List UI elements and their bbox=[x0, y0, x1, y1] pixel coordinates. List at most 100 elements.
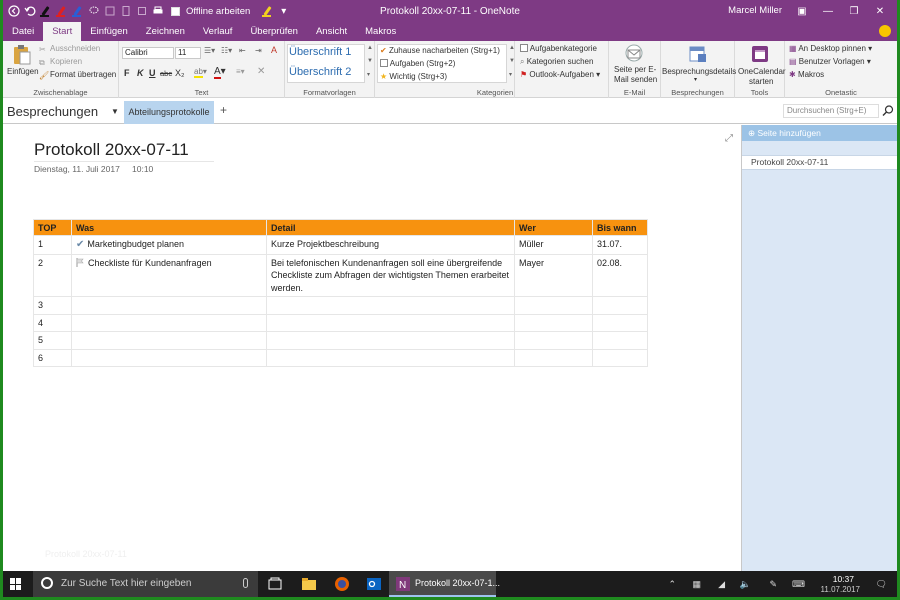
column-header-detail[interactable]: Detail bbox=[266, 219, 515, 236]
styles-up-icon[interactable]: ▲ bbox=[367, 45, 373, 51]
bold-button[interactable]: F bbox=[124, 68, 130, 78]
cell-detail[interactable]: Kurze Projektbeschreibung bbox=[266, 235, 515, 255]
page-list-item[interactable]: Protokoll 20xx-07-11 bbox=[742, 155, 897, 170]
keyboard-icon[interactable]: ⌨ bbox=[792, 579, 805, 590]
clear-formatting-icon[interactable]: A bbox=[271, 45, 277, 55]
outlook-tasks-button[interactable]: ⚑ Outlook-Aufgaben ▾ bbox=[520, 70, 600, 79]
tab-einfuegen[interactable]: Einfügen bbox=[81, 22, 137, 41]
cell-wer[interactable]: Mayer bbox=[514, 253, 593, 297]
tab-start[interactable]: Start bbox=[43, 22, 82, 41]
cell-was[interactable] bbox=[71, 296, 267, 315]
taskbar-onenote-button[interactable]: N Protokoll 20xx-07-1... bbox=[389, 571, 500, 597]
cell-bis-wann[interactable]: 31.07. bbox=[592, 235, 648, 255]
email-page-label2[interactable]: Mail senden bbox=[614, 75, 657, 84]
outdent-icon[interactable]: ⇤ bbox=[239, 46, 246, 55]
clock-time[interactable]: 10:37 bbox=[833, 574, 854, 584]
onecalendar-label1[interactable]: OneCalendar bbox=[738, 67, 786, 76]
meeting-details-chevron-icon[interactable]: ▾ bbox=[694, 76, 697, 83]
tab-verlauf[interactable]: Verlauf bbox=[194, 22, 242, 41]
ribbon-display-options-icon[interactable]: ▣ bbox=[789, 6, 815, 17]
page-title[interactable]: Protokoll 20xx-07-11 bbox=[34, 140, 189, 160]
tab-zeichnen[interactable]: Zeichnen bbox=[137, 22, 194, 41]
red-pen-icon[interactable] bbox=[55, 5, 68, 18]
heading2-style[interactable]: Überschrift 2 bbox=[289, 66, 351, 78]
windows-defender-icon[interactable]: ▦ bbox=[692, 579, 701, 590]
cut-button[interactable]: ✂ Ausschneiden bbox=[39, 44, 100, 54]
cell-bis-wann[interactable] bbox=[592, 331, 648, 350]
close-button[interactable]: ✕ bbox=[867, 6, 893, 17]
column-header-was[interactable]: Was bbox=[71, 219, 267, 236]
indent-icon[interactable]: ⇥ bbox=[255, 46, 262, 55]
delete-icon[interactable]: ✕ bbox=[257, 66, 265, 77]
paste-icon[interactable] bbox=[12, 44, 32, 66]
add-page-button[interactable]: ⊕ Seite hinzufügen bbox=[742, 125, 897, 141]
offline-label[interactable]: Offline arbeiten bbox=[186, 6, 250, 17]
styles-more-icon[interactable]: ▾ bbox=[367, 71, 370, 78]
taskbar-search-placeholder[interactable]: Zur Suche Text hier eingeben bbox=[61, 578, 191, 589]
cell-wer[interactable] bbox=[514, 313, 593, 332]
cell-top[interactable]: 4 bbox=[33, 313, 72, 332]
numbering-icon[interactable]: ☷▾ bbox=[221, 46, 232, 55]
print-icon[interactable] bbox=[151, 5, 164, 18]
cell-top[interactable]: 3 bbox=[33, 296, 72, 315]
column-header-top[interactable]: TOP bbox=[33, 219, 72, 236]
network-icon[interactable]: ◢ bbox=[718, 579, 725, 590]
tab-datei[interactable]: Datei bbox=[3, 22, 43, 41]
search-input[interactable]: Durchsuchen (Strg+E) bbox=[783, 104, 879, 118]
onecalendar-icon[interactable] bbox=[750, 44, 770, 64]
cell-bis-wann[interactable] bbox=[592, 313, 648, 332]
cell-wer[interactable] bbox=[514, 296, 593, 315]
column-header-bis-wann[interactable]: Bis wann bbox=[592, 219, 648, 236]
cell-detail[interactable] bbox=[266, 313, 515, 332]
tab-makros[interactable]: Makros bbox=[356, 22, 405, 41]
cell-top[interactable]: 2 bbox=[33, 253, 72, 297]
blue-pen-icon[interactable] bbox=[71, 5, 84, 18]
minimize-button[interactable]: — bbox=[815, 6, 841, 17]
font-size-select[interactable]: 11 bbox=[175, 47, 201, 59]
cell-wer[interactable]: Müller bbox=[514, 235, 593, 255]
outlook-icon[interactable] bbox=[366, 576, 382, 592]
cell-wer[interactable] bbox=[514, 331, 593, 350]
cell-was[interactable]: ✔ Marketingbudget planen bbox=[71, 235, 267, 255]
tag-todo-later[interactable]: ✔ Zuhause nacharbeiten (Strg+1) bbox=[380, 46, 500, 55]
bullets-icon[interactable]: ☰▾ bbox=[204, 46, 215, 55]
page-canvas[interactable]: Protokoll 20xx-07-11 Dienstag, 11. Juli … bbox=[3, 125, 741, 571]
italic-button[interactable]: K bbox=[137, 68, 144, 78]
meeting-details-icon[interactable] bbox=[688, 44, 708, 64]
macros-button[interactable]: ✱ Makros bbox=[789, 70, 824, 79]
add-section-button[interactable]: + bbox=[220, 103, 227, 117]
heading1-style[interactable]: Überschrift 1 bbox=[289, 46, 351, 58]
underline-button[interactable]: U bbox=[149, 68, 156, 78]
taskbar-search-box[interactable]: Zur Suche Text hier eingeben bbox=[33, 571, 258, 597]
highlight-color-icon[interactable]: ab▾ bbox=[194, 67, 207, 78]
notebook-chevron-down-icon[interactable]: ▼ bbox=[111, 107, 119, 116]
feedback-smiley-icon[interactable] bbox=[879, 25, 891, 37]
file-explorer-icon[interactable] bbox=[301, 576, 317, 592]
column-header-wer[interactable]: Wer bbox=[514, 219, 593, 236]
user-name[interactable]: Marcel Miller bbox=[728, 5, 782, 16]
pin-to-desktop-button[interactable]: ▦ An Desktop pinnen ▾ bbox=[789, 44, 872, 53]
align-icon[interactable]: ≡▾ bbox=[236, 67, 245, 76]
chevron-up-icon[interactable]: ⌃ bbox=[668, 579, 676, 590]
cell-detail[interactable] bbox=[266, 331, 515, 350]
volume-icon[interactable]: 🔈 bbox=[740, 579, 751, 590]
attach-icon[interactable] bbox=[135, 5, 148, 18]
highlighter-icon[interactable] bbox=[261, 5, 274, 18]
page-icon[interactable] bbox=[119, 5, 132, 18]
styles-down-icon[interactable]: ▼ bbox=[367, 58, 373, 64]
task-view-icon[interactable] bbox=[267, 576, 283, 592]
maximize-button[interactable]: ❐ bbox=[841, 6, 867, 17]
action-center-icon[interactable]: 🗨 bbox=[876, 579, 887, 590]
firefox-icon[interactable] bbox=[334, 576, 350, 592]
email-page-icon[interactable] bbox=[624, 44, 644, 62]
format-painter-button[interactable]: 🖌Format übertragen bbox=[39, 70, 116, 80]
lasso-icon[interactable] bbox=[87, 5, 100, 18]
tab-ueberpruefen[interactable]: Überprüfen bbox=[241, 22, 307, 41]
offline-checkbox[interactable] bbox=[171, 6, 180, 16]
font-family-select[interactable]: Calibri bbox=[122, 47, 174, 59]
paste-button[interactable]: Einfügen bbox=[7, 67, 39, 76]
cell-top[interactable]: 6 bbox=[33, 348, 72, 367]
search-icon[interactable] bbox=[881, 104, 895, 118]
expand-icon[interactable]: ⤢ bbox=[725, 133, 733, 144]
cell-detail[interactable]: Bei telefonischen Kundenanfragen soll ei… bbox=[266, 253, 515, 297]
